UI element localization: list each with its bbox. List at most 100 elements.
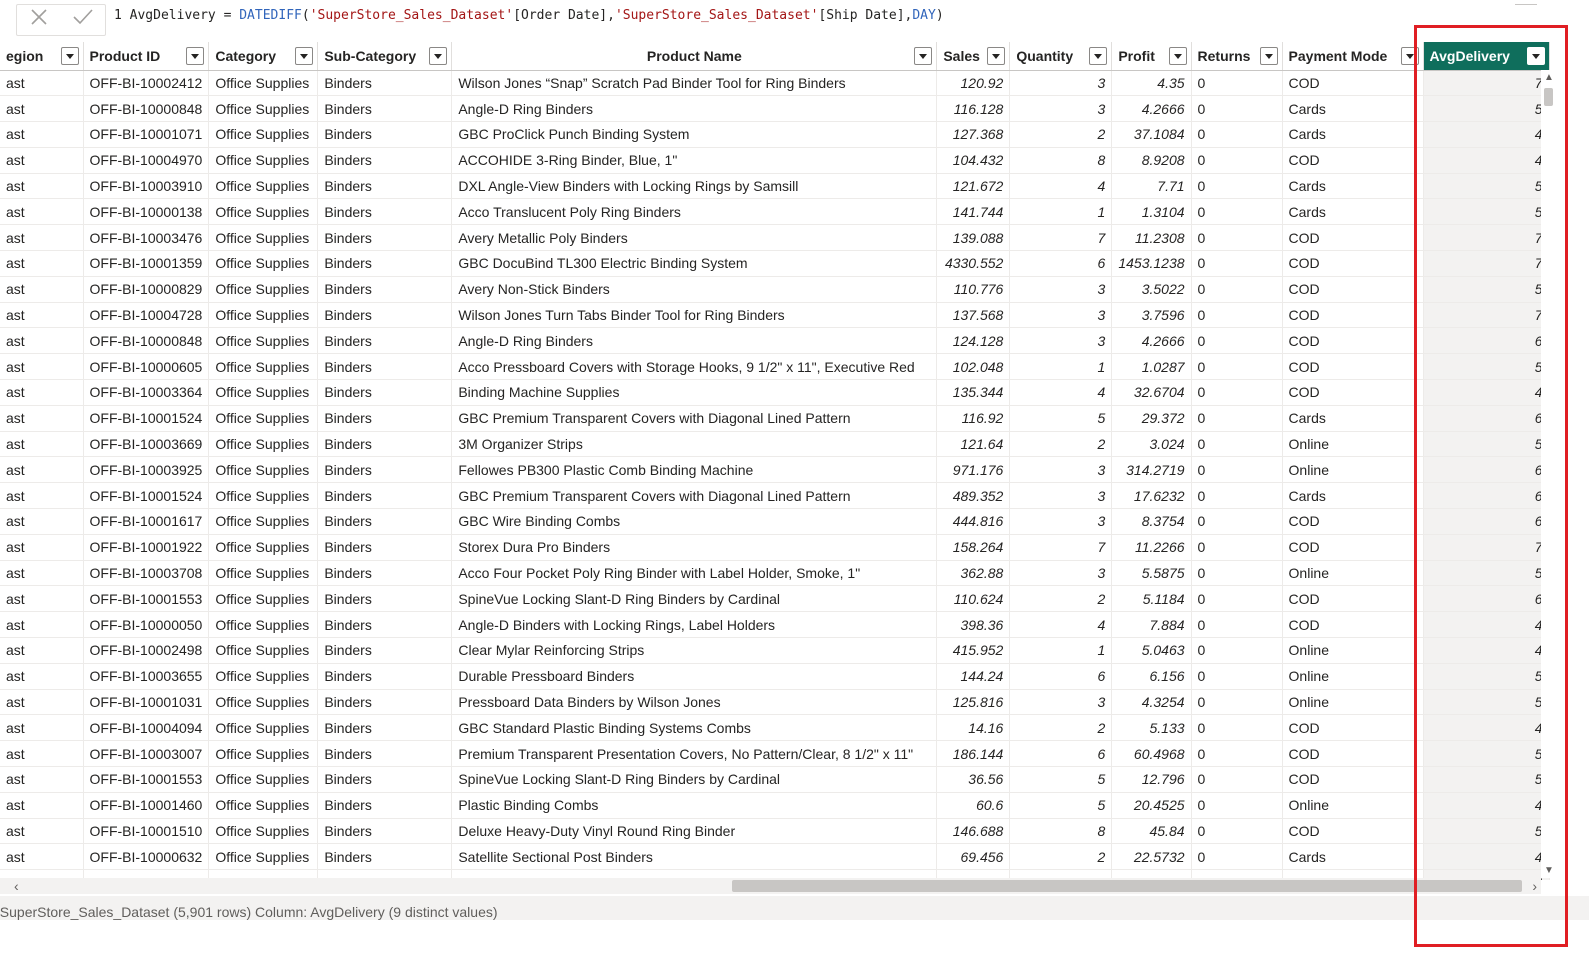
cell-sales[interactable]: 104.432 [936, 147, 1011, 174]
cell-payment-mode[interactable]: COD [1282, 740, 1424, 768]
cell-returns[interactable]: 0 [1191, 611, 1283, 639]
cell-category[interactable]: Office Supplies [208, 637, 319, 664]
cell-product-name[interactable]: Clear Mylar Reinforcing Strips [451, 637, 938, 664]
cell-region[interactable]: ast [0, 689, 84, 716]
table-row[interactable]: ast OFF-BI-10002412 Office Supplies Binders… [0, 70, 1550, 97]
cell-category[interactable]: Office Supplies [208, 431, 319, 458]
cell-returns[interactable]: 0 [1191, 637, 1283, 664]
cell-payment-mode[interactable]: Cards [1282, 482, 1424, 510]
cell-region[interactable]: ast [0, 431, 84, 458]
cell-region[interactable]: ast [0, 792, 84, 819]
cell-region[interactable]: ast [0, 121, 84, 148]
cell-profit[interactable]: 37.1084 [1111, 121, 1192, 148]
cell-product-name[interactable]: Fellowes PB300 Plastic Comb Binding Mach… [451, 456, 938, 484]
cell-payment-mode[interactable]: COD [1282, 224, 1424, 252]
cell-category[interactable]: Office Supplies [208, 560, 319, 587]
cell-profit[interactable]: 8.9208 [1111, 147, 1192, 174]
column-header-payment-mode[interactable]: Payment Mode [1282, 42, 1424, 71]
filter-dropdown-icon[interactable] [295, 47, 314, 65]
cell-avg-delivery[interactable]: 7 [1423, 70, 1550, 97]
table-row[interactable]: ast OFF-BI-10003364 Office Supplies Binders… [0, 379, 1550, 406]
filter-dropdown-icon[interactable] [1089, 47, 1108, 65]
table-row[interactable]: ast OFF-BI-10000050 Office Supplies Binders… [0, 611, 1550, 639]
filter-dropdown-icon[interactable] [914, 47, 933, 65]
cell-category[interactable]: Office Supplies [208, 302, 319, 329]
cell-returns[interactable]: 0 [1191, 585, 1283, 613]
cell-avg-delivery[interactable]: 7 [1423, 224, 1550, 252]
cell-sales[interactable]: 146.688 [936, 818, 1011, 845]
cell-product-id[interactable]: OFF-BI-10001524 [83, 482, 210, 510]
cell-quantity[interactable]: 3 [1009, 482, 1113, 510]
cell-sub-category[interactable]: Binders [317, 353, 453, 381]
cell-product-name[interactable]: GBC ProClick Punch Binding System [451, 121, 938, 148]
cell-product-id[interactable]: OFF-BI-10000605 [83, 353, 210, 381]
cell-region[interactable]: ast [0, 508, 84, 535]
cell-profit[interactable]: 29.372 [1111, 405, 1192, 432]
cell-category[interactable]: Office Supplies [208, 508, 319, 535]
cell-quantity[interactable]: 4 [1009, 379, 1113, 406]
column-header-sales[interactable]: Sales [936, 42, 1011, 71]
cell-avg-delivery[interactable]: 5 [1423, 431, 1550, 458]
cell-profit[interactable]: 4.2666 [1111, 95, 1192, 123]
cell-product-id[interactable]: OFF-BI-10000632 [83, 843, 210, 871]
table-row[interactable]: ast OFF-BI-10003655 Office Supplies Binders… [0, 663, 1550, 690]
table-row[interactable]: ast OFF-BI-10001071 Office Supplies Binders… [0, 121, 1550, 148]
cell-returns[interactable]: 0 [1191, 818, 1283, 845]
cell-sub-category[interactable]: Binders [317, 405, 453, 432]
cell-payment-mode[interactable]: COD [1282, 766, 1424, 793]
cell-payment-mode[interactable]: Cards [1282, 843, 1424, 871]
filter-dropdown-icon[interactable] [1168, 47, 1187, 65]
cell-sales[interactable]: 116.128 [936, 95, 1011, 123]
cell-avg-delivery[interactable]: 5 [1423, 353, 1550, 381]
scroll-left-icon[interactable]: ‹ [14, 878, 19, 894]
cell-quantity[interactable]: 2 [1009, 843, 1113, 871]
cell-region[interactable]: ast [0, 198, 84, 226]
cell-product-id[interactable]: OFF-BI-10003655 [83, 663, 210, 690]
cell-region[interactable]: ast [0, 585, 84, 613]
scroll-up-icon[interactable]: ▲ [1544, 72, 1554, 83]
filter-dropdown-icon[interactable] [60, 47, 79, 65]
cell-sub-category[interactable]: Binders [317, 585, 453, 613]
cell-category[interactable]: Office Supplies [208, 250, 319, 277]
cell-sales[interactable]: 4330.552 [936, 250, 1011, 277]
cell-payment-mode[interactable]: Cards [1282, 95, 1424, 123]
table-row[interactable]: ast OFF-BI-10000848 Office Supplies Binders… [0, 327, 1550, 355]
cell-sub-category[interactable]: Binders [317, 173, 453, 200]
cell-product-id[interactable]: OFF-BI-10001510 [83, 818, 210, 845]
scroll-down-icon[interactable]: ▼ [1544, 865, 1554, 876]
cell-quantity[interactable]: 3 [1009, 70, 1113, 97]
cell-avg-delivery[interactable]: 4 [1423, 147, 1550, 174]
filter-dropdown-icon[interactable] [186, 47, 205, 65]
cell-avg-delivery[interactable]: 4 [1423, 714, 1550, 742]
cell-returns[interactable]: 0 [1191, 121, 1283, 148]
table-row[interactable]: ast OFF-BI-10003669 Office Supplies Binders… [0, 431, 1550, 458]
cell-product-id[interactable]: OFF-BI-10002412 [83, 70, 210, 97]
column-header-sub-category[interactable]: Sub-Category [317, 42, 453, 71]
table-row[interactable]: ast OFF-BI-10001460 Office Supplies Binders… [0, 792, 1550, 819]
cell-returns[interactable]: 0 [1191, 431, 1283, 458]
cell-profit[interactable]: 3.5022 [1111, 276, 1192, 303]
cell-region[interactable]: ast [0, 250, 84, 277]
cell-category[interactable]: Office Supplies [208, 456, 319, 484]
cell-payment-mode[interactable]: Online [1282, 560, 1424, 587]
cell-product-id[interactable]: OFF-BI-10000848 [83, 95, 210, 123]
cell-profit[interactable]: 6.156 [1111, 663, 1192, 690]
cell-sales[interactable]: 60.6 [936, 792, 1011, 819]
cell-category[interactable]: Office Supplies [208, 379, 319, 406]
cell-category[interactable]: Office Supplies [208, 353, 319, 381]
cell-product-name[interactable]: Acco Translucent Poly Ring Binders [451, 198, 938, 226]
cell-sub-category[interactable]: Binders [317, 843, 453, 871]
cell-payment-mode[interactable]: Online [1282, 456, 1424, 484]
column-header-returns[interactable]: Returns [1191, 42, 1283, 71]
cell-sub-category[interactable]: Binders [317, 766, 453, 793]
cell-quantity[interactable]: 3 [1009, 456, 1113, 484]
cell-profit[interactable]: 5.0463 [1111, 637, 1192, 664]
cell-product-name[interactable]: GBC Standard Plastic Binding Systems Com… [451, 714, 938, 742]
cell-category[interactable]: Office Supplies [208, 766, 319, 793]
cell-avg-delivery[interactable]: 5 [1423, 198, 1550, 226]
cell-sub-category[interactable]: Binders [317, 714, 453, 742]
cell-sales[interactable]: 36.56 [936, 766, 1011, 793]
cell-sales[interactable]: 186.144 [936, 740, 1011, 768]
table-row[interactable]: ast OFF-BI-10001031 Office Supplies Binders… [0, 689, 1550, 716]
cell-payment-mode[interactable]: Cards [1282, 121, 1424, 148]
